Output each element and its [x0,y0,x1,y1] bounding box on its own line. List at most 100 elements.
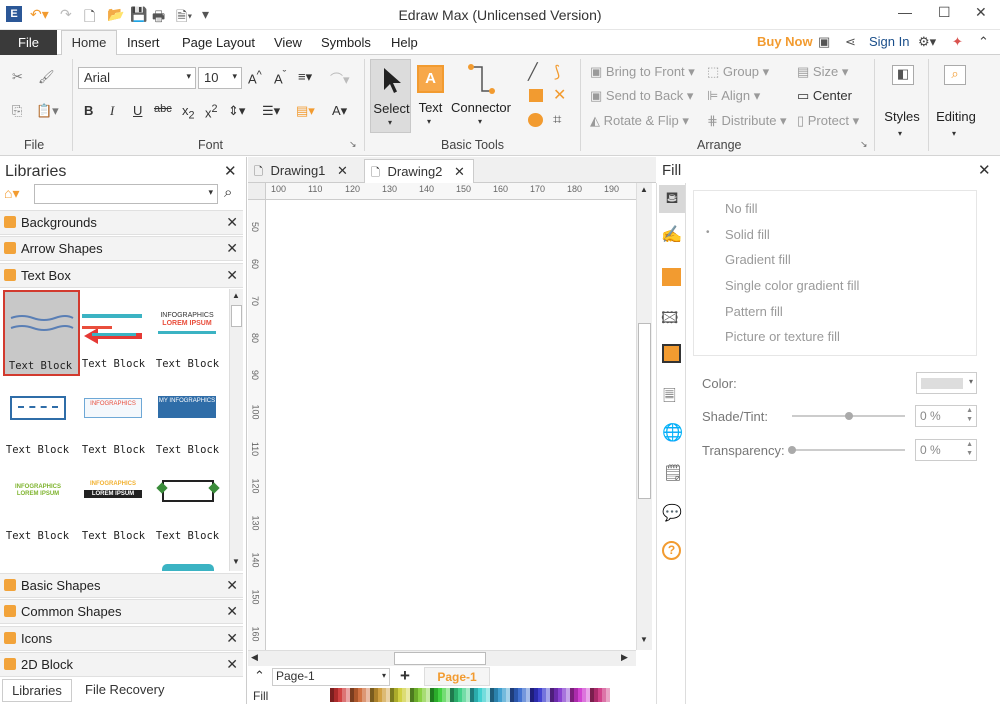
styles-button[interactable]: ◧ Styles ▾ [880,61,924,145]
tab-insert[interactable]: Insert [127,35,160,50]
line-icon[interactable]: ╱ [528,62,538,82]
superscript-icon[interactable]: x2 [205,103,218,120]
distribute-button[interactable]: ⋕ Distribute ▾ [707,113,787,129]
fill-option-single-color-gradient-fill[interactable]: Single color gradient fill [725,278,859,293]
close-tab-icon[interactable]: ✕ [337,163,348,178]
maximize-button[interactable]: ☐ [938,4,951,21]
tab-view[interactable]: View [274,35,302,50]
select-tool-button[interactable]: Select ▾ [370,59,411,133]
comment-icon[interactable]: 💬 [662,503,682,523]
infographics-thumb[interactable]: INFOGRAPHICS LOREM IPSUM [158,312,216,342]
connector-tool-button[interactable]: Connector ▾ [450,59,512,133]
drawing-canvas[interactable] [266,200,636,650]
help-icon[interactable]: ? [662,541,681,560]
color-swatches[interactable] [330,688,622,702]
shadow-color-icon[interactable] [662,268,681,286]
close-category-icon[interactable]: ✕ [226,656,238,673]
close-category-icon[interactable]: ✕ [226,267,238,284]
collapse-ribbon-icon[interactable]: ⌃ [978,34,989,50]
globe-icon[interactable]: 🌐 [662,423,683,443]
buy-now-link[interactable]: Buy Now [757,34,813,49]
note-icon[interactable]: 🗒 [663,463,683,483]
underline-icon[interactable]: U [133,103,142,118]
subscript-icon[interactable]: x2 [182,103,195,122]
font-dialog-launcher-icon[interactable]: ↘ [349,139,357,150]
vertical-scrollbar[interactable]: ▲ ▼ [636,183,652,650]
close-button[interactable]: ✕ [975,4,987,21]
tab-home[interactable]: Home [61,30,117,56]
page-tab[interactable]: Page-1 [424,667,490,686]
library-category-2d-block[interactable]: 2D Block ✕ [0,652,243,677]
text-block-thumb[interactable] [156,480,220,502]
fill-icon[interactable]: ⛾ [659,185,685,213]
rectangle-icon[interactable] [529,89,543,102]
tab-help[interactable]: Help [391,35,418,50]
close-libraries-icon[interactable]: ✕ [224,162,237,180]
page-select[interactable]: Page-1 ▾ [272,668,390,686]
paste-icon[interactable]: 📋▾ [36,103,59,119]
close-tab-icon[interactable]: ✕ [454,164,465,179]
library-category-basic-shapes[interactable]: Basic Shapes ✕ [0,573,243,598]
tab-page-layout[interactable]: Page Layout [182,35,255,50]
bottom-tab-libraries[interactable]: Libraries [2,679,72,702]
font-color-icon[interactable]: A▾ [332,103,347,119]
fill-option-solid-fill[interactable]: • Solid fill [706,227,770,242]
search-icon[interactable]: ⌕ [224,184,232,201]
gallery-scrollbar[interactable]: ▲ ▼ [229,289,243,571]
text-block-thumb[interactable] [82,314,142,344]
sign-in-link[interactable]: Sign In [869,34,909,49]
strikethrough-icon[interactable]: abc [154,103,172,115]
grow-font-icon[interactable]: A^ [248,69,262,86]
fill-option-picture-or-texture-fill[interactable]: Picture or texture fill [725,329,840,344]
text-tool-button[interactable]: A Text ▾ [413,59,448,133]
size-button[interactable]: ▤ Size ▾ [797,64,848,80]
fill-option-gradient-fill[interactable]: Gradient fill [725,252,791,267]
align-text-icon[interactable]: ≡▾ [298,69,312,85]
close-fill-panel-icon[interactable]: ✕ [978,161,991,179]
minimize-button[interactable]: — [898,4,912,20]
text-block-thumb[interactable]: INFOGRAPHICS [84,398,142,418]
shade-tint-input[interactable]: 0 % ▲ ▼ [915,405,977,427]
shade-tint-slider-knob[interactable] [844,412,853,420]
layers-icon[interactable] [662,344,681,363]
cross-icon[interactable]: ✕ [553,85,566,105]
arc-icon[interactable]: ⟆ [554,62,560,82]
line-style-icon[interactable]: ✍ [661,225,682,245]
align-button[interactable]: ⊫ Align ▾ [707,88,760,104]
text-highlight-icon[interactable]: ▤▾ [296,103,315,119]
close-category-icon[interactable]: ✕ [226,630,238,647]
shrink-font-icon[interactable]: Aˇ [274,69,286,86]
bring-to-front-button[interactable]: ▣ Bring to Front ▾ [590,64,695,80]
library-search-input[interactable]: ▾ [34,184,218,204]
gallery-scroll-thumb[interactable] [231,305,242,327]
close-category-icon[interactable]: ✕ [226,577,238,594]
bold-icon[interactable]: B [84,103,93,118]
library-category-common-shapes[interactable]: Common Shapes ✕ [0,599,243,624]
image-icon[interactable]: 🖾 [661,307,678,334]
transparency-input[interactable]: 0 % ▲ ▼ [915,439,977,461]
library-category-icons[interactable]: Icons ✕ [0,626,243,651]
share-icon[interactable]: ⋖ [845,34,856,50]
text-block-thumb[interactable]: INFOGRAPHICS LOREM IPSUM [8,484,68,500]
shade-tint-slider[interactable] [792,412,905,420]
fill-option-pattern-fill[interactable]: Pattern fill [725,304,783,319]
close-category-icon[interactable]: ✕ [226,240,238,257]
text-direction-icon[interactable]: ⌒▾ [330,69,350,88]
transparency-slider-knob[interactable] [788,446,796,454]
file-menu[interactable]: File [0,30,57,55]
bottom-tab-file-recovery[interactable]: File Recovery [85,682,164,697]
close-category-icon[interactable]: ✕ [226,603,238,620]
text-block-thumb-selected[interactable]: Text Block [3,290,80,376]
font-name-select[interactable]: Arial ▾ [78,67,196,89]
text-block-thumb[interactable]: MY INFOGRAPHICS [158,396,216,418]
italic-icon[interactable]: I [110,103,114,119]
format-painter-icon[interactable]: ✂ [12,69,23,85]
copy-icon[interactable]: ⎘ [12,103,22,119]
settings-icon[interactable]: ⚙▾ [918,34,936,50]
rotate-flip-button[interactable]: ◭ Rotate & Flip ▾ [590,113,689,129]
tab-drawing1[interactable]: 🗋 Drawing1 ✕ [254,159,362,183]
text-block-thumb[interactable] [10,396,66,420]
cart-icon[interactable]: ▣ [818,34,830,50]
brush-icon[interactable]: 🖌 [38,69,55,85]
expand-pages-icon[interactable]: ⌃ [254,668,265,684]
